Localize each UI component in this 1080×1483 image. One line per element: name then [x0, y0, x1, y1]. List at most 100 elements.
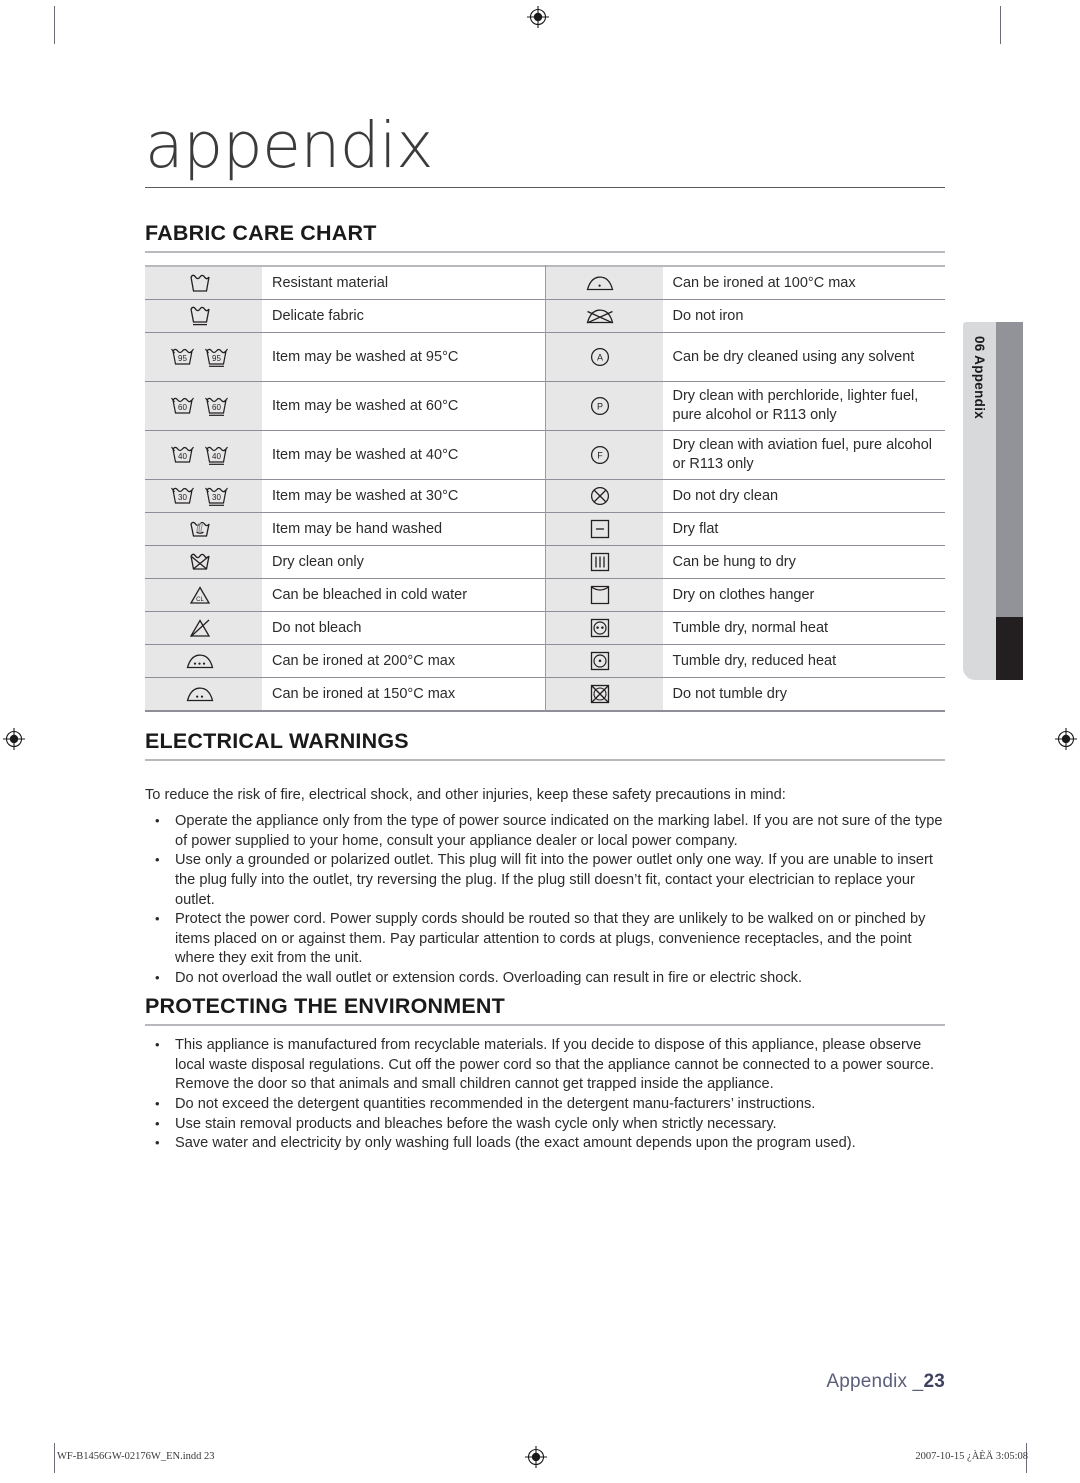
chapter-title-block: appendix — [145, 114, 945, 188]
table-cell-label: Dry clean with aviation fuel, pure alcoh… — [672, 437, 933, 472]
chapter-title-rule — [145, 187, 945, 188]
do-not-iron-icon — [545, 300, 663, 332]
table-row: Can be ironed at 150°C max — [145, 678, 545, 712]
page-content: appendix FABRIC CARE CHART Resistant mat… — [145, 0, 945, 1483]
table-cell-label: Can be dry cleaned using any solvent — [672, 348, 915, 365]
table-cell-label: Do not iron — [672, 307, 744, 324]
dry-flat-icon — [545, 513, 663, 545]
list-item: Do not overload the wall outlet or exten… — [145, 969, 945, 989]
bleach-cold-icon: CL — [145, 579, 262, 611]
table-cell-label: Item may be washed at 30°C — [272, 487, 459, 504]
wash-tub-60-pair-icon: 60 60 — [145, 382, 262, 430]
table-cell-label: Can be hung to dry — [672, 553, 796, 570]
table-row: Item may be hand washed — [145, 513, 545, 546]
list-item: Use only a grounded or polarized outlet.… — [145, 851, 945, 910]
section-heading-fabric-care-text: FABRIC CARE CHART — [145, 221, 377, 245]
table-cell-label: Tumble dry, normal heat — [672, 619, 829, 636]
fabric-care-column-left: Resistant material Delicate fabric 95 95… — [145, 265, 546, 712]
thumb-tab-gray-bar — [996, 322, 1023, 617]
electrical-warnings-list: Operate the appliance only from the type… — [145, 812, 945, 989]
table-cell-label: Tumble dry, reduced heat — [672, 652, 837, 669]
print-footer-filename: WF-B1456GW-02176W_EN.indd 23 — [57, 1451, 215, 1462]
list-item: Protect the power cord. Power supply cor… — [145, 910, 945, 969]
fabric-care-table: Resistant material Delicate fabric 95 95… — [145, 265, 945, 712]
registration-mark-bottom — [525, 1446, 547, 1468]
print-footer: WF-B1456GW-02176W_EN.indd 23 2007-10-15 … — [0, 1446, 1080, 1471]
svg-text:40: 40 — [178, 452, 187, 461]
table-cell-label: Can be ironed at 200°C max — [272, 652, 456, 669]
table-row: 30 30 Item may be washed at 30°C — [145, 480, 545, 513]
table-row: Dry on clothes hanger — [545, 579, 945, 612]
table-row: Do not tumble dry — [545, 678, 945, 712]
thumb-tab-label: 06 Appendix — [972, 336, 987, 420]
table-cell-label: Item may be washed at 40°C — [272, 446, 459, 463]
svg-text:95: 95 — [178, 354, 187, 363]
table-row: Tumble dry, reduced heat — [545, 645, 945, 678]
table-cell-label: Delicate fabric — [272, 307, 364, 324]
list-item: Use stain removal products and bleaches … — [145, 1115, 945, 1135]
table-cell-label: Item may be washed at 60°C — [272, 397, 459, 414]
table-cell-label: Can be ironed at 100°C max — [672, 274, 856, 291]
registration-mark-right — [1055, 728, 1077, 750]
section-rule — [145, 758, 945, 761]
table-row: 60 60 Item may be washed at 60°C — [145, 382, 545, 431]
table-row: Dry clean only — [145, 546, 545, 579]
table-cell-label: Item may be washed at 95°C — [272, 348, 459, 365]
dry-clean-f-icon: F — [545, 431, 663, 479]
wash-tub-icon — [145, 267, 262, 299]
folio-prefix: Appendix _ — [826, 1371, 924, 1392]
svg-text:60: 60 — [212, 403, 221, 412]
section-heading-fabric-care: FABRIC CARE CHART — [145, 221, 945, 253]
svg-text:F: F — [597, 450, 603, 460]
registration-mark-left — [3, 728, 25, 750]
section-heading-electrical-text: ELECTRICAL WARNINGS — [145, 729, 409, 753]
crop-mark-right — [1000, 6, 1001, 44]
do-not-tumble-dry-icon — [545, 678, 663, 710]
thumb-tab-black-marker — [996, 617, 1023, 680]
dry-clean-only-icon — [145, 546, 262, 578]
table-cell-label: Dry clean only — [272, 553, 364, 570]
dry-clean-a-icon: A — [545, 333, 663, 381]
thumb-tab-text-wrap: 06 Appendix — [963, 322, 996, 680]
table-row: Resistant material — [145, 265, 545, 300]
table-cell-label: Can be bleached in cold water — [272, 586, 468, 603]
iron-two-dot-icon — [145, 678, 262, 710]
table-cell-label: Do not bleach — [272, 619, 362, 636]
folio-page-number: 23 — [923, 1371, 945, 1392]
table-row: Do not bleach — [145, 612, 545, 645]
print-footer-timestamp: 2007-10-15 ¿ÀÈÄ 3:05:08 — [915, 1451, 1028, 1462]
list-item: Do not exceed the detergent quantities r… — [145, 1095, 945, 1115]
table-row: Can be ironed at 100°C max — [545, 265, 945, 300]
wash-tub-95-pair-icon: 95 95 — [145, 333, 262, 381]
svg-text:40: 40 — [212, 452, 221, 461]
table-row: Delicate fabric — [145, 300, 545, 333]
section-rule — [145, 250, 945, 253]
svg-text:95: 95 — [212, 354, 221, 363]
svg-text:CL: CL — [196, 597, 204, 603]
wash-tub-delicate-icon — [145, 300, 262, 332]
environment-list: This appliance is manufactured from recy… — [145, 1036, 945, 1154]
table-row: 95 95 Item may be washed at 95°C — [145, 333, 545, 382]
table-row: Do not iron — [545, 300, 945, 333]
list-item: This appliance is manufactured from recy… — [145, 1036, 945, 1095]
table-row: Can be hung to dry — [545, 546, 945, 579]
table-cell-label: Dry flat — [672, 520, 719, 537]
table-row: A Can be dry cleaned using any solvent — [545, 333, 945, 382]
table-cell-label: Can be ironed at 150°C max — [272, 685, 456, 702]
svg-text:60: 60 — [178, 403, 187, 412]
table-row: 40 40 Item may be washed at 40°C — [145, 431, 545, 480]
table-cell-label: Item may be hand washed — [272, 520, 443, 537]
wash-tub-30-pair-icon: 30 30 — [145, 480, 262, 512]
iron-one-dot-icon — [545, 267, 663, 299]
wash-tub-40-pair-icon: 40 40 — [145, 431, 262, 479]
table-cell-label: Dry on clothes hanger — [672, 586, 815, 603]
do-not-bleach-icon — [145, 612, 262, 644]
dry-clean-p-icon: P — [545, 382, 663, 430]
table-cell-label: Resistant material — [272, 274, 389, 291]
tumble-dry-reduced-icon — [545, 645, 663, 677]
fabric-care-column-right: Can be ironed at 100°C max Do not iron A… — [545, 265, 945, 712]
table-row: Tumble dry, normal heat — [545, 612, 945, 645]
list-item: Save water and electricity by only washi… — [145, 1134, 945, 1154]
svg-text:30: 30 — [212, 493, 221, 502]
section-heading-electrical: ELECTRICAL WARNINGS — [145, 729, 945, 761]
